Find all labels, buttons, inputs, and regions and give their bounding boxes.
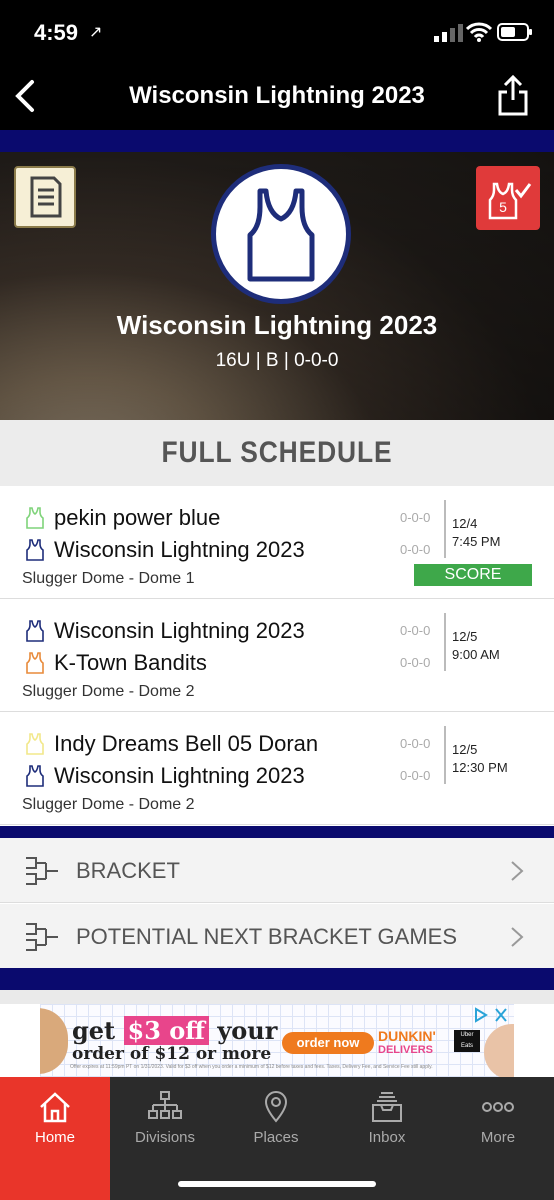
tab-label: Inbox <box>368 1129 406 1146</box>
team-hero: 5 Wisconsin Lightning 2023 16U | B | 0-0… <box>0 152 554 420</box>
jersey-icon <box>26 765 44 787</box>
jersey-icon <box>247 188 315 282</box>
ad-brand-tagline: DELIVERS <box>378 1044 434 1056</box>
places-icon <box>264 1091 288 1123</box>
team-name: Wisconsin Lightning 2023 <box>54 537 305 562</box>
game-card[interactable]: Indy Dreams Bell 05 Doran Wisconsin Ligh… <box>0 712 554 825</box>
ad-spacer <box>0 990 554 1004</box>
more-icon <box>482 1102 514 1112</box>
team-name: pekin power blue <box>54 505 221 530</box>
game-card[interactable]: Wisconsin Lightning 2023 K-Town Bandits … <box>0 599 554 712</box>
jersey-icon <box>26 539 44 561</box>
game-date: 12/4 <box>452 516 478 531</box>
tab-label: Home <box>34 1129 75 1146</box>
cellular-signal-icon <box>434 24 463 42</box>
potential-bracket-games-row[interactable]: POTENTIAL NEXT BRACKET GAMES <box>0 904 554 969</box>
game-time: 9:00 AM <box>452 647 500 662</box>
team-row: K-Town Bandits <box>24 649 207 677</box>
bracket-label: BRACKET <box>76 858 180 883</box>
team-record: 0-0-0 <box>400 623 431 638</box>
page-title: Wisconsin Lightning 2023 <box>129 82 425 109</box>
venue-label: Slugger Dome - Dome 1 <box>22 570 195 587</box>
uber-eats-logo: Uber Eats <box>454 1030 480 1052</box>
donut-image <box>484 1024 514 1078</box>
bracket-icon <box>26 923 58 951</box>
inbox-icon <box>372 1092 402 1122</box>
ad-fine-print: Offer expires at 11:59pm PT on 1/31/2023… <box>70 1064 433 1070</box>
divider-bar <box>0 968 554 990</box>
divider-bar <box>0 130 554 152</box>
team-name: Wisconsin Lightning 2023 <box>54 618 305 643</box>
team-row: Indy Dreams Bell 05 Doran <box>24 730 318 758</box>
score-button[interactable]: SCORE <box>414 564 532 586</box>
donut-image <box>40 1008 68 1074</box>
jersey-icon <box>26 507 44 529</box>
jersey-icon <box>26 652 44 674</box>
divider <box>444 726 446 784</box>
home-indicator <box>178 1181 376 1187</box>
bracket-icon <box>26 857 58 885</box>
notes-icon <box>30 176 62 218</box>
team-name: Wisconsin Lightning 2023 <box>116 310 438 340</box>
adchoices-close-icon[interactable] <box>472 1006 510 1024</box>
team-record: 0-0-0 <box>400 542 431 557</box>
team-subtitle: 16U | B | 0-0-0 <box>215 350 339 371</box>
game-card[interactable]: pekin power blue Wisconsin Lightning 202… <box>0 486 554 599</box>
share-icon[interactable] <box>496 74 530 118</box>
chevron-right-icon <box>511 861 524 881</box>
ad-order-button[interactable]: order now <box>282 1032 374 1054</box>
game-time: 7:45 PM <box>452 534 501 549</box>
venue-label: Slugger Dome - Dome 2 <box>22 796 195 813</box>
jersey-icon <box>26 620 44 642</box>
team-name: Wisconsin Lightning 2023 <box>54 763 305 788</box>
venue-label: Slugger Dome - Dome 2 <box>22 683 195 700</box>
game-date: 12/5 <box>452 629 478 644</box>
divider-bar <box>0 826 554 838</box>
notes-button[interactable] <box>14 166 76 228</box>
status-time: 4:59 <box>34 20 79 45</box>
score-check-icon: 5 <box>488 182 532 220</box>
ad-banner[interactable]: get $3 off your order of $12 or more ord… <box>40 1004 514 1078</box>
team-record: 0-0-0 <box>400 510 431 525</box>
svg-text:5: 5 <box>499 199 507 215</box>
team-record: 0-0-0 <box>400 736 431 751</box>
battery-icon <box>497 23 532 41</box>
schedule-title: FULL SCHEDULE <box>161 436 393 469</box>
ad-headline: get $3 off your <box>72 1016 278 1045</box>
ad-subline: order of $12 or more <box>72 1044 272 1064</box>
team-logo <box>211 164 351 304</box>
bracket-row[interactable]: BRACKET <box>0 838 554 903</box>
tab-label: More <box>480 1129 516 1146</box>
tab-bar: Home Divisions Places Inbox More <box>0 1077 554 1200</box>
divider <box>444 613 446 671</box>
jersey-icon <box>26 733 44 755</box>
divisions-icon <box>148 1091 182 1119</box>
potential-bracket-games-label: POTENTIAL NEXT BRACKET GAMES <box>76 924 458 949</box>
home-icon <box>40 1092 70 1123</box>
team-name: Indy Dreams Bell 05 Doran <box>54 731 319 756</box>
team-record: 0-0-0 <box>400 655 431 670</box>
team-row: Wisconsin Lightning 2023 <box>24 536 305 564</box>
nav-bar: Wisconsin Lightning 2023 <box>0 62 554 130</box>
team-row: Wisconsin Lightning 2023 <box>24 617 305 645</box>
game-time: 12:30 PM <box>452 760 508 775</box>
team-row: pekin power blue <box>24 504 220 532</box>
chevron-right-icon <box>511 927 524 947</box>
ad-brand: DUNKIN' <box>378 1028 436 1044</box>
tab-home[interactable]: Home <box>0 1077 110 1200</box>
game-date: 12/5 <box>452 742 478 757</box>
divider <box>444 500 446 558</box>
score-games-button[interactable]: 5 <box>476 166 540 230</box>
schedule-header: FULL SCHEDULE <box>0 420 554 486</box>
team-name: K-Town Bandits <box>54 650 207 675</box>
tab-label: Places <box>253 1129 299 1146</box>
status-bar: 4:59 ↗ <box>0 0 554 62</box>
wifi-icon <box>466 22 492 42</box>
location-arrow-icon: ↗ <box>89 24 103 41</box>
team-record: 0-0-0 <box>400 768 431 783</box>
tab-label: Divisions <box>134 1129 195 1146</box>
tab-more[interactable]: More <box>443 1077 553 1200</box>
team-row: Wisconsin Lightning 2023 <box>24 762 305 790</box>
